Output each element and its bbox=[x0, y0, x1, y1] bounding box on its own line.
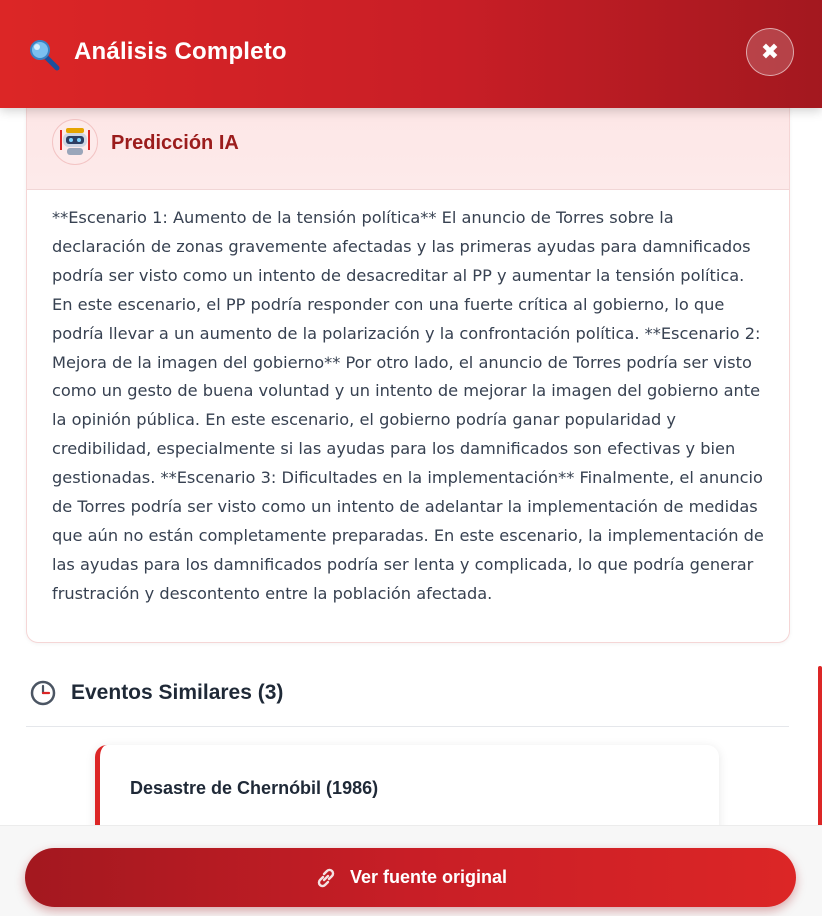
similar-events-title: Eventos Similares (3) bbox=[71, 681, 284, 704]
close-button[interactable]: ✖ bbox=[746, 28, 794, 76]
link-icon bbox=[317, 868, 335, 887]
modal-title: Análisis Completo bbox=[74, 38, 287, 65]
clock-icon bbox=[30, 680, 56, 706]
magnifier-icon bbox=[30, 40, 60, 71]
robot-icon bbox=[52, 119, 98, 165]
scrollbar[interactable] bbox=[818, 666, 822, 825]
event-title: Desastre de Chernóbil (1986) bbox=[130, 778, 379, 798]
modal-header: Análisis Completo ✖ bbox=[0, 0, 822, 108]
close-icon: ✖ bbox=[760, 39, 780, 64]
view-source-button[interactable]: Ver fuente original bbox=[25, 848, 796, 907]
view-source-label: Ver fuente original bbox=[349, 867, 508, 887]
prediction-title: Predicción IA bbox=[111, 132, 239, 154]
modal-body[interactable]: Predicción IA **Escenario 1: Aumento de … bbox=[0, 108, 822, 825]
prediction-card-header: Predicción IA bbox=[27, 108, 789, 190]
event-card[interactable]: Desastre de Chernóbil (1986) bbox=[95, 745, 719, 825]
prediction-text: **Escenario 1: Aumento de la tensión pol… bbox=[52, 208, 764, 603]
prediction-card: Predicción IA **Escenario 1: Aumento de … bbox=[26, 108, 790, 643]
similar-events-header: Eventos Similares (3) bbox=[26, 678, 789, 727]
modal-footer: Ver fuente original bbox=[0, 825, 822, 916]
